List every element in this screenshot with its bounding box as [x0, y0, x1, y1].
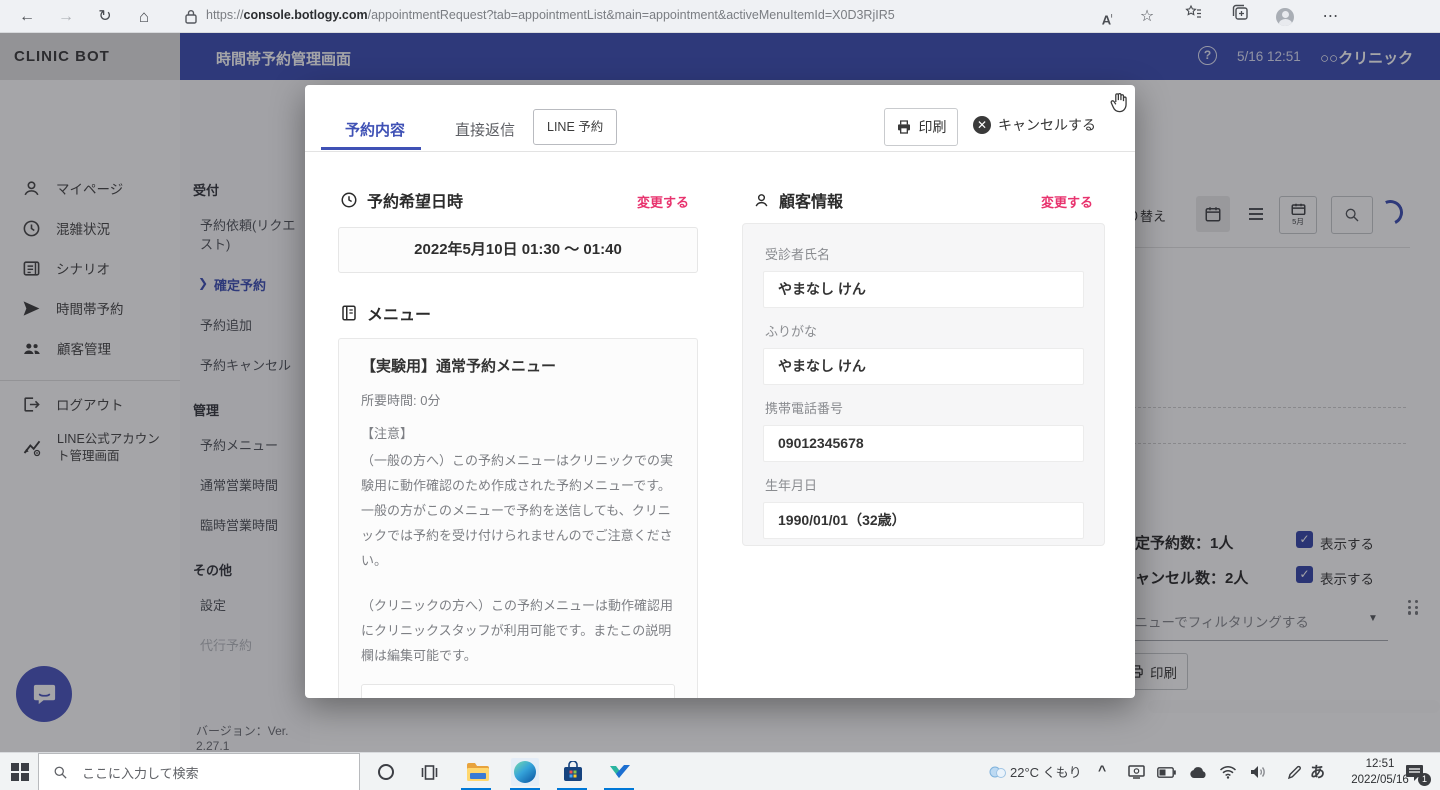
furigana-field: やまなし けん [763, 348, 1084, 385]
read-aloud-icon[interactable]: Aᵎ [1094, 4, 1120, 30]
customer-info-card: 受診者氏名 やまなし けん ふりがな やまなし けん 携帯電話番号 090123… [742, 223, 1105, 546]
search-icon [53, 765, 68, 780]
reservation-datetime-value: 2022年5月10日 01:30 ～ 01:40 [338, 227, 698, 273]
weather-icon[interactable] [984, 758, 1012, 786]
wifi-icon[interactable] [1214, 758, 1242, 786]
field-label: 生年月日 [765, 475, 1084, 494]
field-label: ふりがな [765, 321, 1084, 340]
screen: ← → ↻ ⌂ https://console.botlogy.com/appo… [0, 0, 1440, 790]
appointment-detail-modal: 予約内容 直接返信 LINE 予約 印刷 ✕ キャンセルする 予約希望日時 変更… [305, 85, 1135, 698]
change-datetime-link[interactable]: 変更する [637, 192, 689, 211]
favorites-icon[interactable]: ☆ [1134, 4, 1160, 30]
cancel-x-icon: ✕ [973, 116, 991, 134]
datetime-section-heading: 予約希望日時 [340, 188, 463, 212]
taskbar: ここに入力して検索 22°C くもり ^ [0, 752, 1440, 790]
printer-icon [896, 119, 912, 135]
menu-duration: 所要時間: 0分 [361, 390, 675, 409]
forward-icon[interactable]: → [53, 4, 79, 30]
store-icon[interactable] [559, 758, 587, 786]
line-reservation-badge: LINE 予約 [533, 109, 617, 145]
task-view-icon[interactable] [415, 758, 443, 786]
phone-field: 09012345678 [763, 425, 1084, 462]
back-icon[interactable]: ← [14, 4, 40, 30]
tray-expand-icon[interactable]: ^ [1098, 762, 1106, 778]
lock-icon[interactable] [185, 9, 197, 29]
tab-reservation-content[interactable]: 予約内容 [345, 119, 405, 140]
menu-note-title: 【注意】 [361, 423, 675, 442]
customer-section-heading: 顧客情報 [753, 188, 843, 212]
start-button[interactable] [6, 758, 34, 786]
patient-name-field: やまなし けん [763, 271, 1084, 308]
ime-indicator[interactable]: あ [1310, 761, 1325, 782]
active-tab-underline [321, 147, 421, 150]
profile-avatar[interactable] [1272, 4, 1298, 30]
field-label: 携帯電話番号 [765, 398, 1084, 417]
person-icon [753, 192, 770, 209]
modal-print-button[interactable]: 印刷 [884, 108, 958, 146]
battery-icon[interactable] [1152, 758, 1180, 786]
modal-cancel-button[interactable]: ✕ キャンセルする [973, 115, 1096, 135]
cortana-icon[interactable] [372, 758, 400, 786]
browser-toolbar: ← → ↻ ⌂ https://console.botlogy.com/appo… [0, 0, 1440, 33]
volume-icon[interactable] [1244, 758, 1272, 786]
nested-menu-item: 【実験用】通常予約メニュー [361, 684, 675, 698]
notification-badge: 1 [1418, 773, 1431, 786]
modal-header-divider [305, 151, 1135, 152]
field-label: 受診者氏名 [765, 244, 1084, 263]
pen-icon[interactable] [1280, 758, 1308, 786]
menu-book-icon [340, 304, 358, 322]
cast-icon[interactable] [1122, 758, 1150, 786]
tab-direct-reply[interactable]: 直接返信 [455, 119, 515, 140]
menu-item-title: 【実験用】通常予約メニュー [361, 355, 675, 376]
weather-label[interactable]: 22°C くもり [1010, 762, 1082, 781]
refresh-icon[interactable]: ↻ [92, 4, 118, 30]
tab-groups-icon[interactable] [1227, 4, 1253, 30]
home-icon[interactable]: ⌂ [131, 4, 157, 30]
more-icon[interactable]: ⋯ [1318, 4, 1344, 30]
collections-icon[interactable] [1180, 4, 1206, 30]
file-explorer-icon[interactable] [464, 758, 492, 786]
taskbar-search-input[interactable]: ここに入力して検索 [38, 753, 360, 790]
menu-detail-card: 【実験用】通常予約メニュー 所要時間: 0分 【注意】 （一般の方へ）この予約メ… [338, 338, 698, 698]
hand-cursor [1108, 90, 1130, 114]
menu-note-clinic: （クリニックの方へ）この予約メニューは動作確認用にクリニックスタッフが利用可能で… [361, 593, 675, 668]
address-bar[interactable]: https://console.botlogy.com/appointmentR… [206, 8, 895, 22]
edge-icon[interactable] [511, 758, 539, 786]
birthdate-field: 1990/01/01（32歳） [763, 502, 1084, 539]
app-v-icon[interactable] [606, 758, 634, 786]
menu-note-general: （一般の方へ）この予約メニューはクリニックでの実験用に動作確認のため作成された予… [361, 448, 675, 573]
clock-icon [340, 191, 358, 209]
change-customer-link[interactable]: 変更する [1041, 192, 1093, 211]
menu-section-heading: メニュー [340, 301, 431, 325]
onedrive-icon[interactable] [1184, 758, 1212, 786]
